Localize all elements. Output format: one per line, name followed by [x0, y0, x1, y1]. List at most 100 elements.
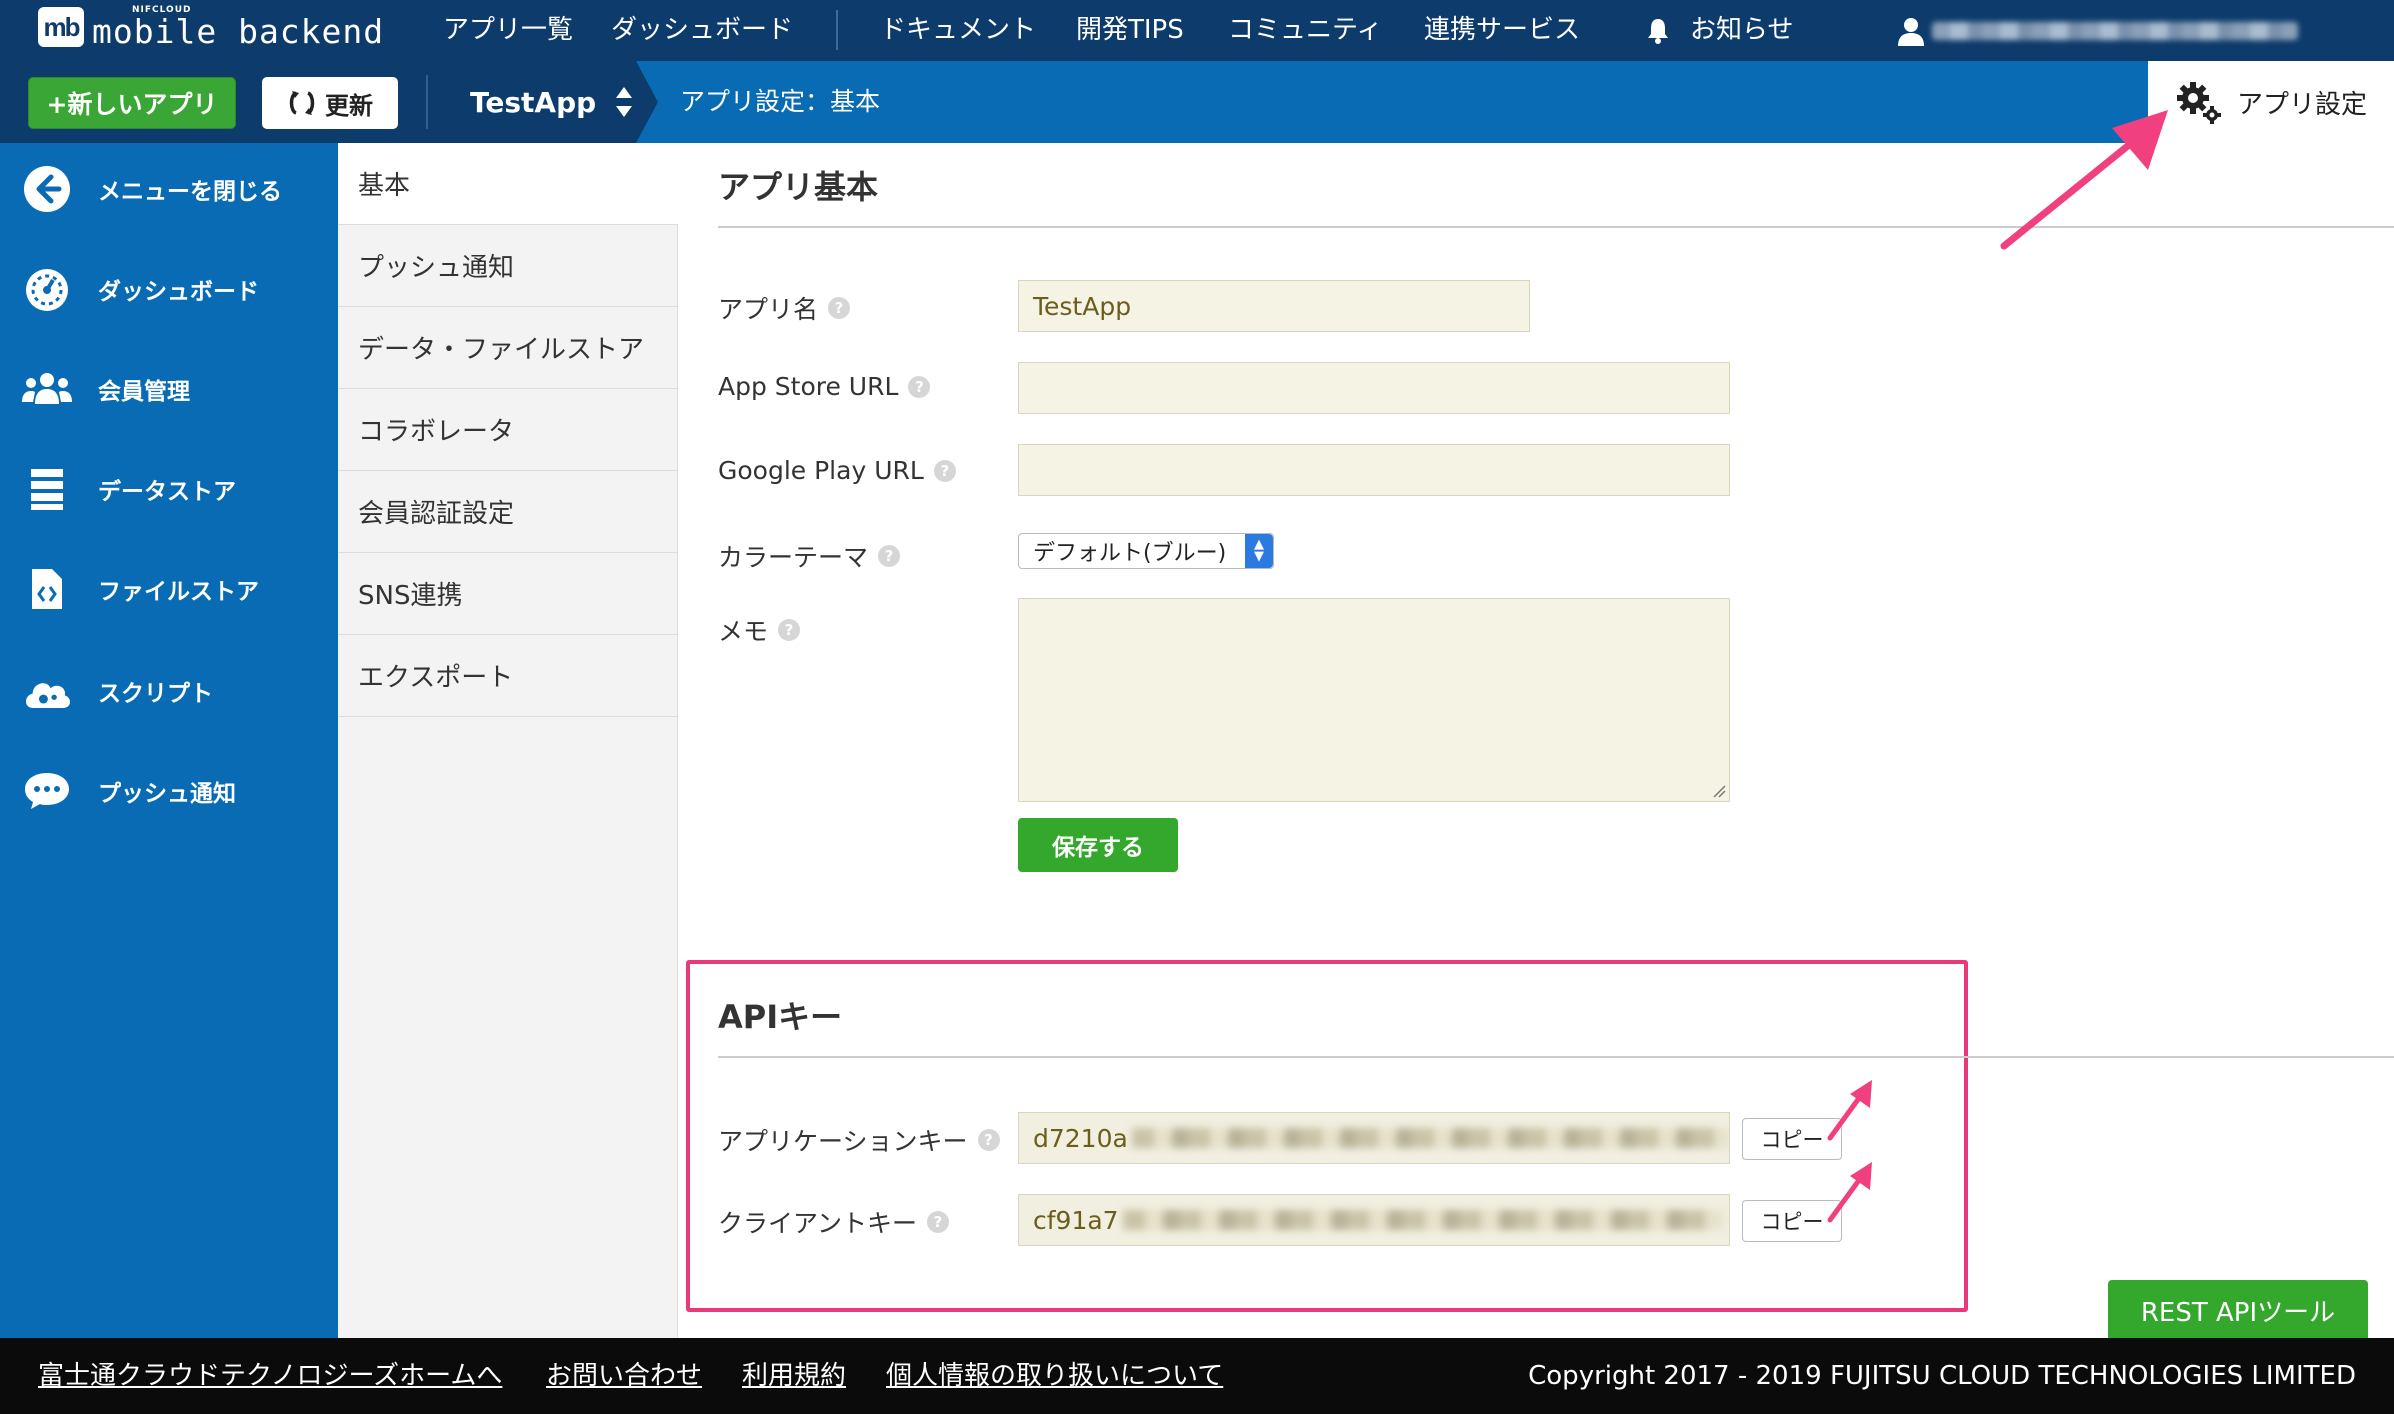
- nav-documents[interactable]: ドキュメント: [880, 0, 1036, 61]
- logo[interactable]: mb NIFCLOUD mobile backend: [38, 6, 384, 48]
- users-icon: [22, 364, 72, 414]
- color-theme-select[interactable]: デフォルト(ブルー) ▲ ▼: [1018, 533, 1274, 569]
- app-toolbar: +新しいアプリ 更新 TestApp アプリ設定：基本 アプリ設定: [0, 61, 2394, 143]
- settings-submenu: 基本 プッシュ通知 データ・ファイルストア コラボレータ 会員認証設定 SNS連…: [338, 143, 678, 1338]
- client-key-label: クライアントキー ?: [718, 1204, 950, 1240]
- app-store-url-field[interactable]: [1018, 362, 1730, 414]
- file-icon: [22, 564, 72, 614]
- nav-dev-tips[interactable]: 開発TIPS: [1076, 0, 1184, 61]
- arrow-left-icon: [22, 164, 72, 214]
- app-selector-label: TestApp: [470, 85, 597, 119]
- chat-bubble-icon: [22, 766, 72, 816]
- gauge-icon: [22, 264, 72, 314]
- copyright: Copyright 2017 - 2019 FUJITSU CLOUD TECH…: [1528, 1361, 2356, 1391]
- app-store-url-label: App Store URL ?: [718, 372, 931, 401]
- logo-text: mobile backend: [92, 12, 385, 51]
- refresh-button[interactable]: 更新: [262, 77, 398, 129]
- sidebar-item-label: プッシュ通知: [98, 781, 236, 807]
- nav-community[interactable]: コミュニティ: [1228, 0, 1382, 61]
- help-icon[interactable]: ?: [878, 545, 901, 567]
- application-key-value: d7210a: [1033, 1123, 1128, 1153]
- cloud-gear-icon: [22, 666, 72, 716]
- app-name-field[interactable]: TestApp: [1018, 280, 1530, 332]
- sidebar-item-label: ファイルストア: [98, 579, 259, 605]
- submenu-item-export[interactable]: エクスポート: [338, 635, 678, 717]
- nav-app-list[interactable]: アプリ一覧: [443, 0, 573, 61]
- sidebar-item-filestore[interactable]: ファイルストア: [0, 549, 338, 629]
- top-navigation-bar: mb NIFCLOUD mobile backend アプリ一覧 ダッシュボード…: [0, 0, 2394, 61]
- footer-link-privacy[interactable]: 個人情報の取り扱いについて: [886, 1338, 1223, 1414]
- sidebar: メニューを閉じる ダッシュボード 会員管理 データストア ファイルストア スクリ…: [0, 143, 338, 1338]
- help-icon[interactable]: ?: [927, 1211, 950, 1233]
- refresh-label: 更新: [325, 91, 373, 120]
- submenu-item-sns[interactable]: SNS連携: [338, 553, 678, 635]
- sidebar-item-push[interactable]: プッシュ通知: [0, 751, 338, 831]
- footer-link-contact[interactable]: お問い合わせ: [546, 1338, 702, 1414]
- submenu-item-push[interactable]: プッシュ通知: [338, 225, 678, 307]
- app-settings-tab[interactable]: アプリ設定: [2148, 61, 2394, 143]
- submenu-item-member-auth[interactable]: 会員認証設定: [338, 471, 678, 553]
- save-button[interactable]: 保存する: [1018, 818, 1178, 872]
- gears-icon: [2176, 82, 2221, 124]
- application-key-label: アプリケーションキー ?: [718, 1122, 1000, 1158]
- section-divider: [718, 226, 2394, 228]
- color-theme-value: デフォルト(ブルー): [1033, 541, 1227, 566]
- logo-mark: mb: [38, 7, 84, 47]
- help-icon[interactable]: ?: [977, 1129, 1000, 1151]
- google-play-url-field[interactable]: [1018, 444, 1730, 496]
- new-app-button[interactable]: +新しいアプリ: [28, 77, 236, 129]
- sidebar-item-label: データストア: [98, 479, 236, 505]
- sidebar-item-close-menu[interactable]: メニューを閉じる: [0, 149, 338, 229]
- app-settings-label: アプリ設定: [2236, 89, 2367, 120]
- section-divider: [718, 1056, 2394, 1058]
- user-name-redacted[interactable]: [1932, 22, 2298, 40]
- rest-api-tool-button[interactable]: REST APIツール: [2108, 1280, 2368, 1340]
- memo-label-text: メモ: [718, 617, 769, 646]
- sidebar-item-script[interactable]: スクリプト: [0, 651, 338, 731]
- refresh-icon: [289, 91, 315, 115]
- app-store-url-label-text: App Store URL: [718, 372, 899, 401]
- app-selector[interactable]: TestApp: [470, 61, 634, 143]
- memo-textarea[interactable]: [1018, 598, 1730, 802]
- submenu-item-basic[interactable]: 基本: [338, 143, 678, 225]
- bell-icon[interactable]: [1646, 17, 1670, 45]
- google-play-url-label: Google Play URL ?: [718, 456, 956, 485]
- datastore-icon: [22, 464, 72, 514]
- google-play-url-label-text: Google Play URL: [718, 456, 924, 485]
- user-icon[interactable]: [1896, 16, 1926, 46]
- copy-application-key-button[interactable]: コピー: [1742, 1118, 1842, 1160]
- help-icon[interactable]: ?: [828, 297, 851, 319]
- app-name-label: アプリ名 ?: [718, 290, 851, 326]
- color-theme-label-text: カラーテーマ: [718, 543, 869, 572]
- submenu-item-data-filestore[interactable]: データ・ファイルストア: [338, 307, 678, 389]
- sidebar-item-users[interactable]: 会員管理: [0, 349, 338, 429]
- client-key-field[interactable]: cf91a7: [1018, 1194, 1730, 1246]
- nav-divider: [836, 10, 838, 50]
- section-title-api-key: APIキー: [718, 998, 843, 1036]
- footer: 富士通クラウドテクノロジーズホームへ お問い合わせ 利用規約 個人情報の取り扱い…: [0, 1338, 2394, 1414]
- color-theme-label: カラーテーマ ?: [718, 538, 901, 574]
- help-icon[interactable]: ?: [778, 619, 801, 641]
- memo-label: メモ ?: [718, 612, 801, 648]
- copy-client-key-button[interactable]: コピー: [1742, 1200, 1842, 1242]
- help-icon[interactable]: ?: [933, 459, 956, 482]
- client-key-value: cf91a7: [1033, 1205, 1119, 1235]
- footer-link-home[interactable]: 富士通クラウドテクノロジーズホームへ: [38, 1338, 502, 1414]
- application-key-label-text: アプリケーションキー: [718, 1127, 968, 1156]
- sidebar-item-label: スクリプト: [98, 681, 213, 707]
- submenu-item-collaborators[interactable]: コラボレータ: [338, 389, 678, 471]
- sidebar-item-datastore[interactable]: データストア: [0, 449, 338, 529]
- app-name-label-text: アプリ名: [718, 295, 819, 324]
- nav-notifications[interactable]: お知らせ: [1690, 0, 1793, 61]
- footer-link-terms[interactable]: 利用規約: [742, 1338, 846, 1414]
- client-key-redacted: [1122, 1210, 1723, 1230]
- application-key-field[interactable]: d7210a: [1018, 1112, 1730, 1164]
- client-key-label-text: クライアントキー: [718, 1209, 918, 1238]
- help-icon[interactable]: ?: [908, 375, 931, 398]
- nav-integrations[interactable]: 連携サービス: [1424, 0, 1580, 61]
- section-title-basic: アプリ基本: [718, 168, 879, 206]
- application-key-redacted: [1131, 1128, 1729, 1148]
- nav-dashboard[interactable]: ダッシュボード: [611, 0, 793, 61]
- sidebar-item-label: ダッシュボード: [98, 279, 259, 305]
- sidebar-item-dashboard[interactable]: ダッシュボード: [0, 249, 338, 329]
